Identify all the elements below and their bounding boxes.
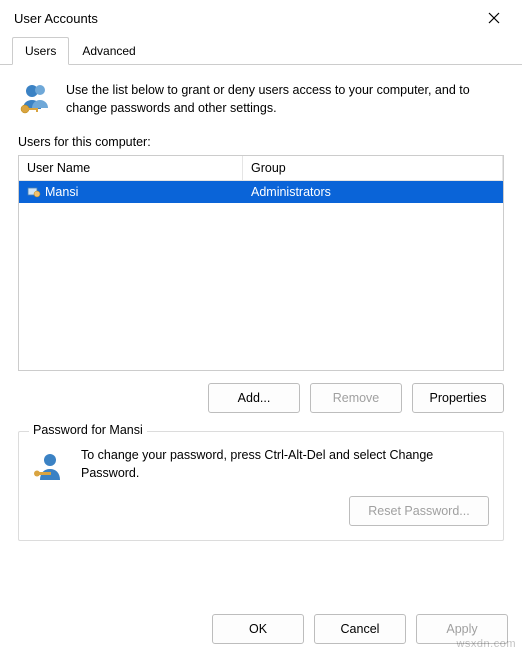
- tab-users[interactable]: Users: [12, 37, 69, 65]
- close-icon: [488, 12, 500, 24]
- user-accounts-window: User Accounts Users Advanced: [0, 0, 522, 658]
- window-title: User Accounts: [14, 11, 474, 26]
- password-content: To change your password, press Ctrl-Alt-…: [33, 446, 489, 484]
- user-row-group: Administrators: [251, 185, 331, 199]
- users-keys-icon: [18, 81, 54, 117]
- cancel-button[interactable]: Cancel: [314, 614, 406, 644]
- properties-button[interactable]: Properties: [412, 383, 504, 413]
- password-groupbox-title: Password for Mansi: [29, 423, 147, 437]
- tab-users-label: Users: [25, 44, 56, 58]
- users-list-label: Users for this computer:: [18, 135, 504, 149]
- intro-row: Use the list below to grant or deny user…: [18, 81, 504, 117]
- reset-button-row: Reset Password...: [33, 496, 489, 526]
- user-row-name-cell: Mansi: [19, 185, 243, 199]
- add-button[interactable]: Add...: [208, 383, 300, 413]
- password-groupbox: Password for Mansi To change your passwo…: [18, 431, 504, 541]
- user-icon: [27, 185, 41, 199]
- tab-advanced-label: Advanced: [82, 44, 135, 58]
- user-row-name: Mansi: [45, 185, 78, 199]
- tab-advanced[interactable]: Advanced: [69, 37, 148, 65]
- user-row-group-cell: Administrators: [243, 185, 503, 199]
- password-text: To change your password, press Ctrl-Alt-…: [81, 446, 489, 482]
- intro-text: Use the list below to grant or deny user…: [66, 81, 504, 117]
- reset-password-button: Reset Password...: [349, 496, 489, 526]
- apply-button: Apply: [416, 614, 508, 644]
- tabstrip: Users Advanced: [0, 36, 522, 65]
- password-user-icon: [33, 450, 67, 484]
- titlebar: User Accounts: [0, 0, 522, 36]
- tab-body-users: Use the list below to grant or deny user…: [0, 65, 522, 600]
- user-list: User Name Group Mansi Administrators: [18, 155, 504, 371]
- user-list-header: User Name Group: [19, 156, 503, 181]
- user-buttons-row: Add... Remove Properties: [18, 383, 504, 413]
- dialog-buttons: OK Cancel Apply: [0, 600, 522, 658]
- close-button[interactable]: [474, 4, 514, 32]
- remove-button: Remove: [310, 383, 402, 413]
- table-row[interactable]: Mansi Administrators: [19, 181, 503, 203]
- column-header-username[interactable]: User Name: [19, 156, 243, 180]
- ok-button[interactable]: OK: [212, 614, 304, 644]
- column-header-group[interactable]: Group: [243, 156, 503, 180]
